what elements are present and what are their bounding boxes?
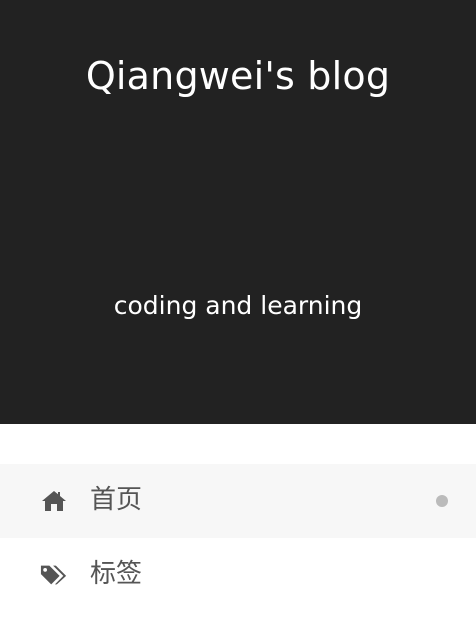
menu-item-tags[interactable]: 标签 [0, 538, 476, 612]
tags-icon [40, 561, 68, 589]
home-icon [40, 487, 68, 515]
menu-item-home-label: 首页 [90, 485, 143, 515]
site-title[interactable]: Qiangwei's blog [0, 52, 476, 100]
menu-item-home[interactable]: 首页 [0, 464, 476, 538]
site-header: Qiangwei's blog coding and learning [0, 0, 476, 424]
site-subtitle: coding and learning [113, 291, 363, 320]
active-indicator-dot [436, 495, 448, 507]
menu-item-tags-label: 标签 [90, 559, 143, 589]
site-nav-menu: 首页 标签 [0, 464, 476, 612]
